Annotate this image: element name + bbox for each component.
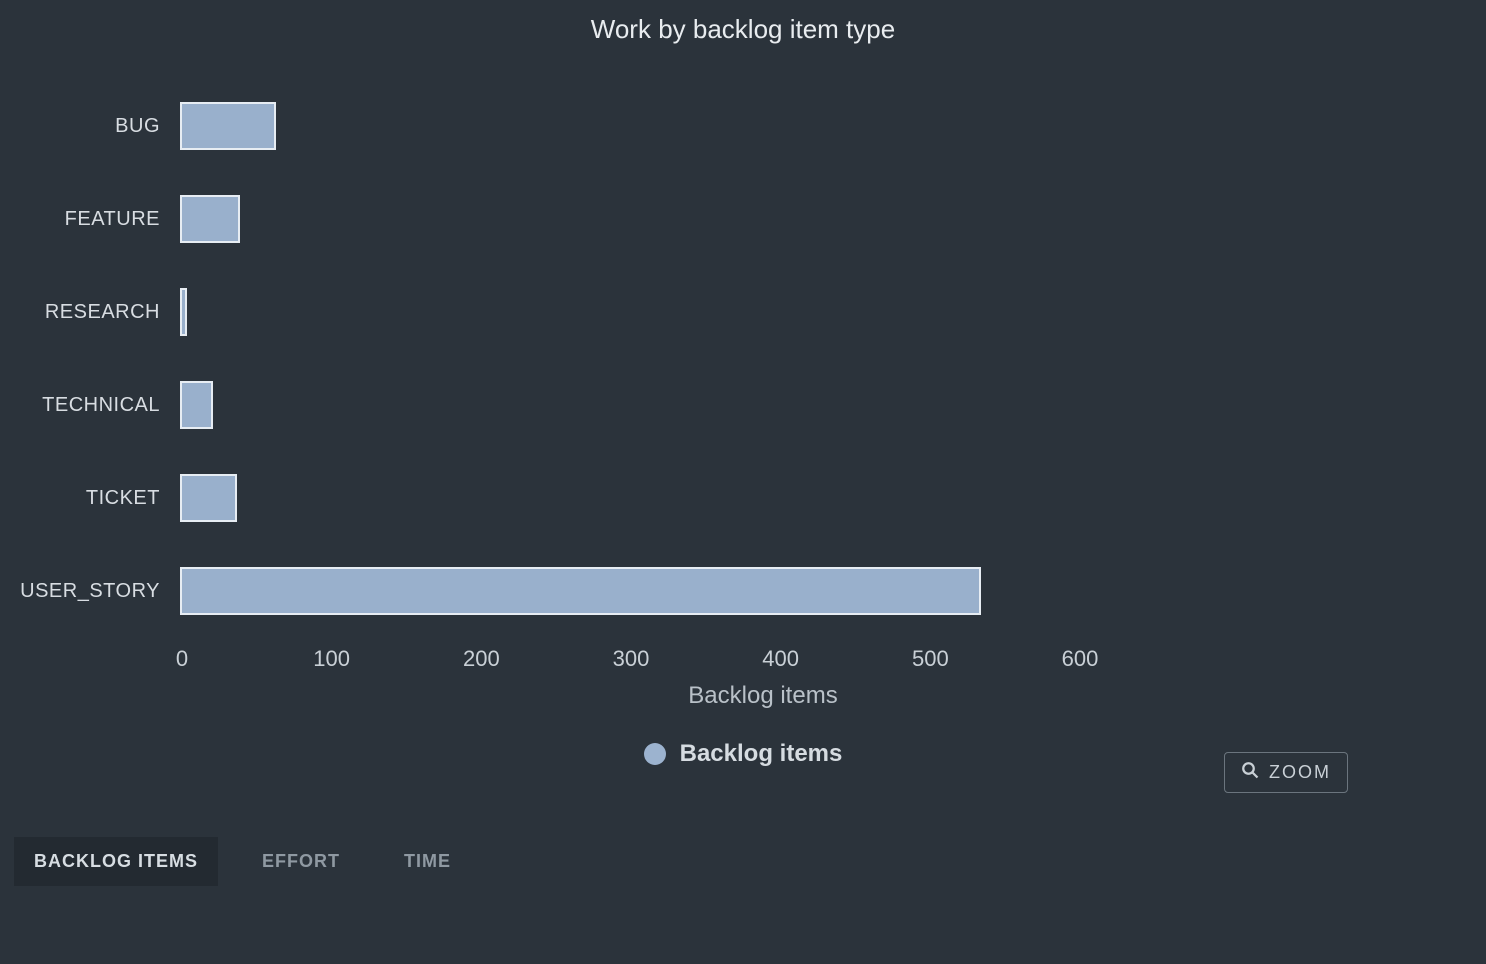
chart-title: Work by backlog item type — [0, 0, 1486, 45]
bar-track — [180, 288, 1078, 336]
chart-region: BUG FEATURE RESEARCH TECHNICAL TICKET USER_ST… — [0, 60, 1486, 700]
category-label: TECHNICAL — [0, 394, 180, 417]
bar[interactable] — [180, 102, 276, 150]
category-label: RESEARCH — [0, 301, 180, 324]
tab-label: EFFORT — [262, 851, 340, 871]
bar-track — [180, 567, 1078, 615]
chart-row: FEATURE — [0, 195, 1486, 243]
category-label: USER_STORY — [0, 580, 180, 603]
category-label: TICKET — [0, 487, 180, 510]
legend-item: Backlog items — [644, 740, 843, 768]
bar-track — [180, 381, 1078, 429]
bar[interactable] — [180, 288, 187, 336]
bar[interactable] — [180, 195, 240, 243]
zoom-label: ZOOM — [1269, 762, 1331, 783]
chart-row: RESEARCH — [0, 288, 1486, 336]
bar-track — [180, 195, 1078, 243]
x-tick: 200 — [463, 646, 500, 672]
bar[interactable] — [180, 381, 213, 429]
x-tick: 0 — [176, 646, 188, 672]
category-label: BUG — [0, 115, 180, 138]
plot-area: BUG FEATURE RESEARCH TECHNICAL TICKET USER_ST… — [0, 80, 1486, 640]
tab-backlog-items[interactable]: BACKLOG ITEMS — [14, 837, 218, 886]
chart-row: USER_STORY — [0, 567, 1486, 615]
x-tick: 600 — [1062, 646, 1099, 672]
bar[interactable] — [180, 567, 981, 615]
legend-swatch-icon — [644, 743, 666, 765]
x-tick: 500 — [912, 646, 949, 672]
x-tick: 100 — [313, 646, 350, 672]
tab-effort[interactable]: EFFORT — [242, 837, 360, 886]
tab-label: BACKLOG ITEMS — [34, 851, 198, 871]
bar[interactable] — [180, 474, 237, 522]
tab-label: TIME — [404, 851, 451, 871]
tab-time[interactable]: TIME — [384, 837, 471, 886]
chart-row: TICKET — [0, 474, 1486, 522]
chart-row: BUG — [0, 102, 1486, 150]
chart-row: TECHNICAL — [0, 381, 1486, 429]
x-tick: 300 — [613, 646, 650, 672]
zoom-button[interactable]: ZOOM — [1224, 752, 1348, 793]
bar-track — [180, 474, 1078, 522]
x-tick: 400 — [762, 646, 799, 672]
bar-track — [180, 102, 1078, 150]
search-icon — [1241, 761, 1259, 784]
tabs: BACKLOG ITEMS EFFORT TIME — [14, 837, 471, 886]
legend-label: Backlog items — [680, 740, 843, 768]
category-label: FEATURE — [0, 208, 180, 231]
x-axis-label: Backlog items — [0, 682, 1486, 710]
